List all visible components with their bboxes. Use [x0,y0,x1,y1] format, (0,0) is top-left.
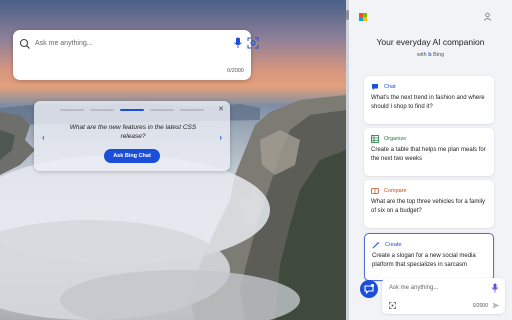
compare-icon [371,188,379,194]
image-upload-icon[interactable] [389,302,396,309]
card-prompt: Create a table that helps me plan meals … [371,147,486,162]
chat-bubble-icon [372,84,378,90]
ask-bing-chat-button[interactable]: Ask Bing Chat [104,149,160,163]
card-prompt: What's the next trend in fashion and whe… [371,95,485,110]
copilot-sidebar: Your everyday AI companion with b Bing C… [349,0,512,320]
sidebar-title: Your everyday AI companion [376,37,485,47]
card-category: Chat [384,84,396,90]
suggestion-card-create[interactable]: Create Create a slogan for a new social … [364,233,494,281]
microsoft-logo-icon [359,13,367,21]
new-tab-page: Ask me anything... 0/2000 ✕ ‹ › What are… [0,0,346,320]
chat-input[interactable]: Ask me anything... [389,285,438,291]
prompt-carousel: ✕ ‹ › What are the new features in the l… [34,101,230,171]
card-category: Compare [384,188,407,194]
chat-composer: Ask me anything... 0/2000 [358,278,512,320]
microphone-icon[interactable] [233,37,243,49]
search-input[interactable]: Ask me anything... [35,38,93,50]
close-icon[interactable]: ✕ [218,105,224,113]
previous-arrow-icon[interactable]: ‹ [42,133,45,142]
magic-wand-icon [372,241,380,249]
carousel-dot[interactable] [180,109,204,111]
new-topic-icon [364,283,375,295]
card-prompt: Create a slogan for a new social media p… [372,253,476,268]
subtitle-brand: Bing [433,52,445,58]
chat-input-box[interactable]: Ask me anything... 0/2000 [382,278,505,314]
table-grid-icon [371,135,379,143]
character-counter: 0/2000 [227,68,244,74]
card-category: Organize [384,136,407,142]
visual-search-icon[interactable] [247,37,259,49]
new-topic-button[interactable] [360,280,378,298]
carousel-question: What are the new features in the latest … [69,124,197,140]
search-icon [19,38,30,49]
suggestion-card-compare[interactable]: Compare What are the top three vehicles … [364,180,494,228]
card-category: Create [385,242,402,248]
sidebar-subtitle: with b Bing [349,52,512,58]
carousel-indicator [60,109,204,111]
suggestion-card-organize[interactable]: Organize Create a table that helps me pl… [364,128,494,176]
subtitle-prefix: with [416,52,427,58]
carousel-dot[interactable] [150,109,174,111]
carousel-dot-active[interactable] [120,109,144,111]
card-prompt: What are the top three vehicles for a fa… [371,199,486,214]
character-counter: 0/2000 [472,303,488,309]
suggestion-card-chat[interactable]: Chat What's the next trend in fashion an… [364,76,494,124]
microphone-icon[interactable] [491,283,499,293]
carousel-dot[interactable] [90,109,114,111]
profile-icon[interactable] [483,12,492,21]
carousel-dot[interactable] [60,109,84,111]
send-icon[interactable] [492,302,500,309]
next-arrow-icon[interactable]: › [219,133,222,142]
bing-logo-icon: b [428,52,432,58]
search-box[interactable]: Ask me anything... 0/2000 [13,30,259,80]
